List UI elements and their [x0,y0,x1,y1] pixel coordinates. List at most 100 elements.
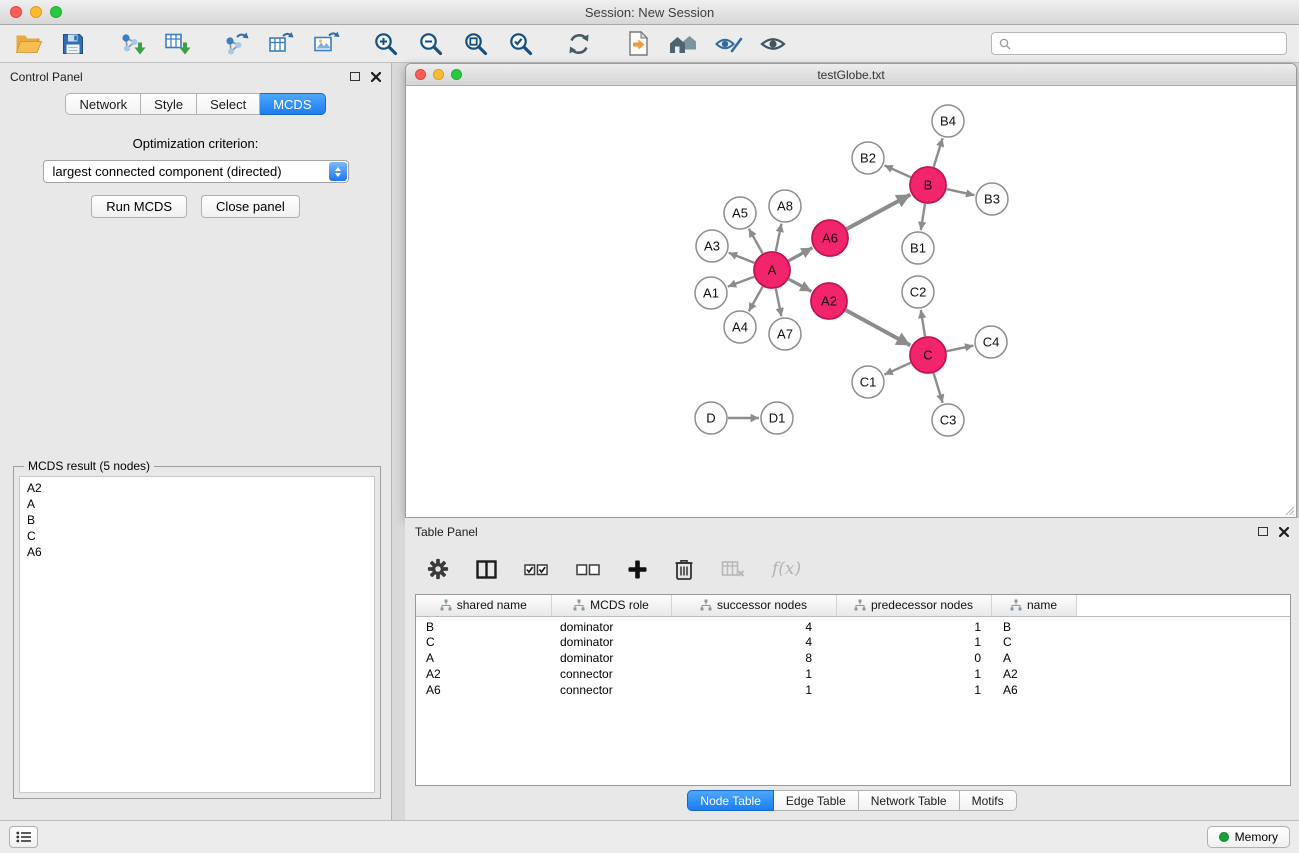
column-header-predecessor-nodes[interactable]: predecessor nodes [836,595,991,616]
zoom-selected-button[interactable] [504,29,536,59]
network-close-button[interactable] [415,69,426,80]
zoom-fit-button[interactable] [459,29,491,59]
tab-motifs[interactable]: Motifs [960,790,1017,811]
graph-edge-B-B1[interactable] [921,204,925,230]
add-row-button[interactable] [628,560,647,579]
apply-layout-button[interactable] [563,29,595,59]
table-cell[interactable]: 1 [671,666,836,682]
minimize-window-button[interactable] [30,6,42,18]
import-network-button[interactable] [116,29,148,59]
table-cell[interactable]: C [991,634,1076,650]
export-image-button[interactable] [310,29,342,59]
table-cell[interactable]: A2 [416,666,551,682]
table-cell[interactable]: 1 [836,616,991,634]
open-session-button[interactable] [12,29,44,59]
close-window-button[interactable] [10,6,22,18]
float-table-panel-icon[interactable] [1258,527,1268,536]
search-box[interactable] [991,32,1287,55]
table-cell[interactable]: 1 [836,666,991,682]
table-cell[interactable]: 0 [836,650,991,666]
graph-node-A2[interactable]: A2 [811,283,847,319]
deselect-all-button[interactable] [576,561,601,578]
graph-edge-B-B3[interactable] [947,189,975,195]
tab-network[interactable]: Network [65,93,141,115]
export-table-button[interactable] [265,29,297,59]
run-mcds-button[interactable]: Run MCDS [91,195,187,218]
column-header-mcds-role[interactable]: MCDS role [551,595,671,616]
graph-edge-C-C4[interactable] [947,346,974,352]
zoom-window-button[interactable] [50,6,62,18]
tab-network-table[interactable]: Network Table [859,790,960,811]
zoom-out-button[interactable] [414,29,446,59]
graph-node-B1[interactable]: B1 [902,232,934,264]
graph-node-A5[interactable]: A5 [724,197,756,229]
graph-edge-A-A5[interactable] [749,229,763,254]
table-row[interactable]: A6connector11A6 [416,682,1290,698]
result-item[interactable]: C [27,528,367,544]
graph-node-D[interactable]: D [695,402,727,434]
graph-edge-A-A6[interactable] [789,248,813,261]
criterion-dropdown[interactable]: largest connected component (directed) [43,160,349,183]
table-row[interactable]: Cdominator41C [416,634,1290,650]
function-builder-button[interactable]: f(x) [772,559,801,579]
graph-node-A1[interactable]: A1 [695,277,727,309]
graph-node-D1[interactable]: D1 [761,402,793,434]
graph-node-A4[interactable]: A4 [724,311,756,343]
graph-edge-A-A7[interactable] [776,289,782,317]
column-header-name[interactable]: name [991,595,1076,616]
table-cell[interactable]: A [991,650,1076,666]
graph-edge-A-A1[interactable] [728,277,754,287]
delete-table-button[interactable] [721,559,745,579]
cybrowser-home-button[interactable] [667,29,699,59]
table-cell[interactable]: 1 [836,682,991,698]
table-cell[interactable]: connector [551,682,671,698]
select-all-button[interactable] [524,561,549,578]
graph-edge-A-A2[interactable] [789,279,812,291]
close-panel-button[interactable]: Close panel [201,195,300,218]
graph-edge-A2-C[interactable] [846,310,911,345]
graph-node-C3[interactable]: C3 [932,404,964,436]
gear-button[interactable] [427,558,449,580]
graph-node-B3[interactable]: B3 [976,183,1008,215]
tab-edge-table[interactable]: Edge Table [774,790,859,811]
graph-edge-C-C2[interactable] [921,310,925,336]
column-layout-button[interactable] [476,560,497,579]
result-item[interactable]: B [27,512,367,528]
resize-grip-icon[interactable] [1283,504,1295,516]
graph-node-C1[interactable]: C1 [852,366,884,398]
tab-mcds[interactable]: MCDS [260,93,325,115]
graph-node-A7[interactable]: A7 [769,318,801,350]
task-history-button[interactable] [9,826,38,848]
delete-row-button[interactable] [674,558,694,580]
table-cell[interactable]: A2 [991,666,1076,682]
graph-node-A8[interactable]: A8 [769,190,801,222]
tab-style[interactable]: Style [141,93,197,115]
import-database-button[interactable] [622,29,654,59]
result-item[interactable]: A6 [27,544,367,560]
export-network-button[interactable] [220,29,252,59]
table-cell[interactable]: dominator [551,634,671,650]
table-cell[interactable]: B [416,616,551,634]
graph-node-A3[interactable]: A3 [696,230,728,262]
table-cell[interactable]: B [991,616,1076,634]
search-input[interactable] [1016,37,1279,51]
graph-node-A6[interactable]: A6 [812,220,848,256]
table-row[interactable]: Adominator80A [416,650,1290,666]
table-cell[interactable]: dominator [551,616,671,634]
column-header-shared-name[interactable]: shared name [416,595,551,616]
graph-edge-C-C1[interactable] [884,363,910,375]
graph-edge-B-B4[interactable] [934,138,943,167]
network-minimize-button[interactable] [433,69,444,80]
close-control-panel-icon[interactable] [371,72,381,82]
table-row[interactable]: A2connector11A2 [416,666,1290,682]
network-window-titlebar[interactable]: testGlobe.txt [406,64,1296,86]
graph-edge-A6-B[interactable] [847,195,911,230]
graph-node-C[interactable]: C [910,337,946,373]
table-cell[interactable]: connector [551,666,671,682]
save-session-button[interactable] [57,29,89,59]
table-cell[interactable]: C [416,634,551,650]
column-header-successor-nodes[interactable]: successor nodes [671,595,836,616]
main-titlebar[interactable]: Session: New Session [0,0,1299,25]
network-canvas[interactable]: B4B2BB3A5A8A6B1A3AC2A1A2A4A7CC4C1C3DD1 [406,86,1296,517]
graph-node-B2[interactable]: B2 [852,142,884,174]
